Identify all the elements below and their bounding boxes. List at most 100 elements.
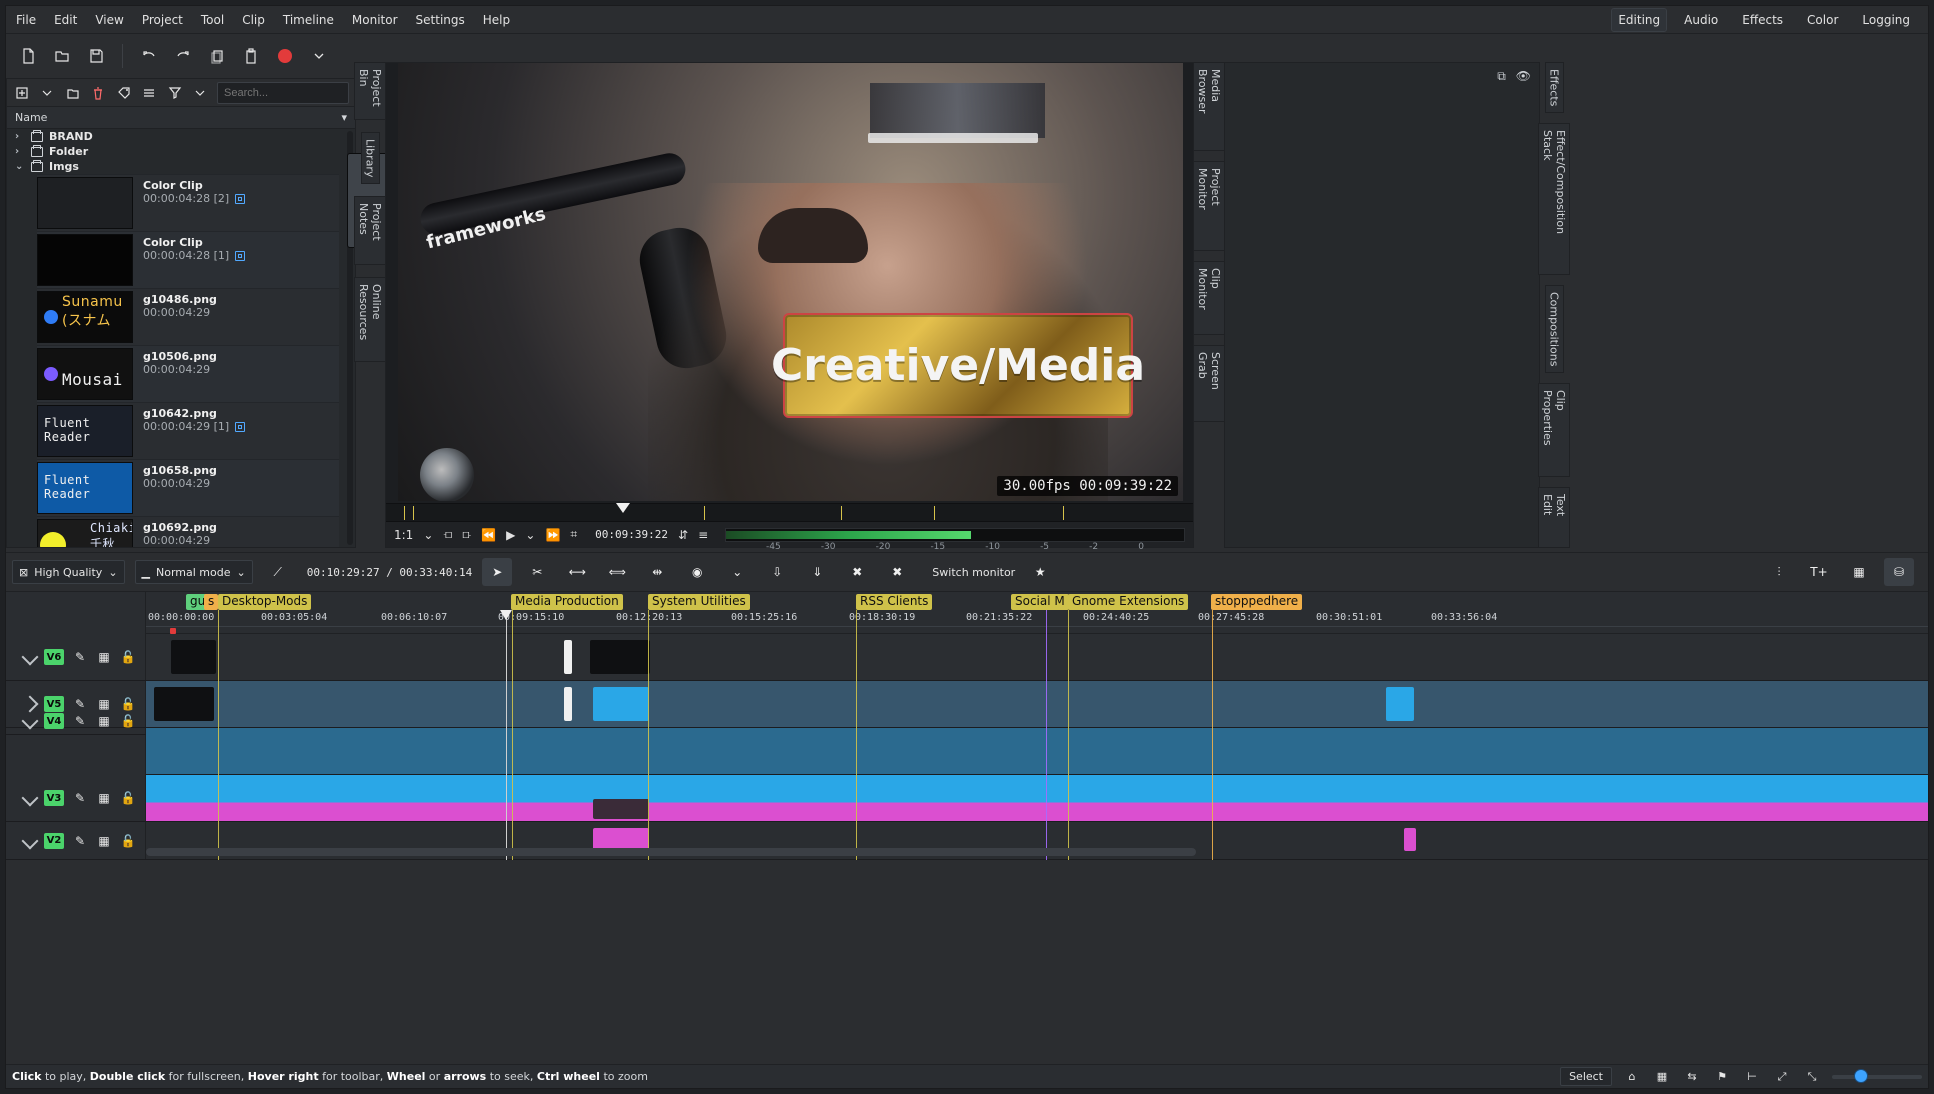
collapse-icon[interactable]: [21, 712, 39, 730]
playback-target-menu[interactable]: ⌄: [722, 558, 752, 586]
layout-logging[interactable]: Logging: [1856, 9, 1916, 31]
toggle-snap-button[interactable]: ⟋: [263, 558, 293, 586]
film-icon[interactable]: ▦: [96, 649, 112, 665]
clip[interactable]: [564, 687, 572, 721]
bin-item[interactable]: Color Clip 00:00:04:28 [1]: [37, 231, 339, 288]
clip[interactable]: [590, 640, 650, 674]
clip[interactable]: [154, 687, 214, 721]
folder-row-folder[interactable]: › Folder: [7, 144, 345, 159]
track-v5[interactable]: [146, 681, 1928, 728]
collapse-icon[interactable]: [21, 648, 39, 666]
bin-add-menu-button[interactable]: [39, 84, 57, 102]
timeline-marker[interactable]: Gnome Extensions: [1068, 594, 1189, 610]
mixer-button[interactable]: ⫶: [1764, 558, 1794, 586]
menu-icon[interactable]: ≡: [698, 528, 708, 542]
zoom-slider-knob[interactable]: [1854, 1068, 1868, 1083]
tab-effects[interactable]: Effects: [1544, 62, 1564, 114]
copy-button[interactable]: [205, 44, 229, 68]
menu-clip[interactable]: Clip: [242, 13, 265, 27]
clip[interactable]: [593, 799, 649, 819]
play-icon[interactable]: ▶: [506, 528, 515, 542]
effects-icon[interactable]: ✎: [72, 833, 88, 849]
bin-filter-menu-button[interactable]: [192, 84, 210, 102]
timeline-marker[interactable]: s: [204, 594, 219, 610]
edit-mode-select[interactable]: ▁ Normal mode ⌄: [134, 560, 253, 584]
insert-button[interactable]: ⇩: [762, 558, 792, 586]
menu-edit[interactable]: Edit: [54, 13, 77, 27]
ripple-tool-button[interactable]: ⟺: [602, 558, 632, 586]
tab-screen-grab[interactable]: Screen Grab: [1193, 345, 1225, 422]
track-v3[interactable]: [146, 775, 1928, 822]
timeline-marker[interactable]: Social M: [1011, 594, 1069, 610]
chevron-down-icon[interactable]: ⌄: [525, 528, 535, 542]
bin-item[interactable]: Sunamu (スナム g10486.png 00:00:04:29: [37, 288, 339, 345]
tab-project-notes[interactable]: Project Notes: [354, 196, 386, 265]
fast-forward-icon[interactable]: ⏩: [545, 528, 560, 542]
track-v4[interactable]: [146, 728, 1928, 775]
timeline-marker[interactable]: RSS Clients: [856, 594, 933, 610]
folder-row-imgs[interactable]: ⌄ Imgs: [7, 159, 345, 174]
bin-item[interactable]: Fluent Reader g10658.png 00:00:04:29: [37, 459, 339, 516]
favorite-button[interactable]: ★: [1025, 558, 1055, 586]
selection-tool-button[interactable]: ➤: [482, 558, 513, 586]
paste-button[interactable]: [239, 44, 263, 68]
menu-tool[interactable]: Tool: [201, 13, 224, 27]
layout-editing[interactable]: Editing: [1611, 7, 1668, 32]
timeline-marker[interactable]: Media Production: [511, 594, 623, 610]
dock-icon[interactable]: ⧉: [1497, 69, 1506, 84]
menu-timeline[interactable]: Timeline: [283, 13, 334, 27]
bin-filter-button[interactable]: [166, 84, 184, 102]
monitor-timecode[interactable]: 00:09:39:22: [595, 528, 668, 541]
timeline-horizontal-scrollbar[interactable]: [146, 848, 1196, 856]
tab-project-monitor[interactable]: Project Monitor: [1193, 160, 1225, 251]
tab-media-browser[interactable]: Media Browser: [1193, 62, 1225, 151]
monitor-ruler[interactable]: [386, 503, 1193, 523]
film-icon[interactable]: ▦: [96, 713, 112, 729]
spacer-tool-button[interactable]: ⟷: [562, 558, 592, 586]
preview-quality-select[interactable]: ⊠ High Quality ⌄: [12, 560, 125, 584]
clip[interactable]: [564, 640, 572, 674]
timeline-playhead[interactable]: [500, 610, 512, 860]
menu-view[interactable]: View: [95, 13, 123, 27]
menu-monitor[interactable]: Monitor: [352, 13, 398, 27]
clip[interactable]: [593, 687, 649, 721]
tab-compositions[interactable]: Compositions: [1544, 285, 1564, 374]
film-icon[interactable]: ▦: [1652, 1067, 1672, 1087]
track-header-v3[interactable]: V3 ✎ ▦ 🔓: [6, 775, 146, 822]
timeline-marker[interactable]: System Utilities: [648, 594, 750, 610]
new-project-button[interactable]: [16, 44, 40, 68]
collapse-icon[interactable]: [21, 832, 39, 849]
flag-icon[interactable]: ⚑: [1712, 1067, 1732, 1087]
slip-tool-button[interactable]: ⇹: [642, 558, 672, 586]
playback-target-button[interactable]: ◉: [682, 558, 712, 586]
bin-search-input[interactable]: [217, 81, 349, 104]
tab-library[interactable]: Library: [360, 131, 380, 185]
timeline-marker[interactable]: stopppedhere: [1211, 594, 1303, 610]
monitor-playhead-icon[interactable]: [616, 503, 630, 513]
bin-item[interactable]: Color Clip 00:00:04:28 [2]: [37, 174, 339, 231]
bin-tag-button[interactable]: [115, 84, 133, 102]
tab-project-bin[interactable]: Project Bin: [354, 62, 386, 120]
title-button[interactable]: T+: [1804, 558, 1834, 586]
spinner-icon[interactable]: ⇵: [678, 528, 688, 542]
open-project-button[interactable]: [50, 44, 74, 68]
menu-file[interactable]: File: [16, 13, 36, 27]
layout-effects[interactable]: Effects: [1736, 9, 1789, 31]
effects-icon[interactable]: ✎: [72, 649, 88, 665]
timeline-zoom-slider[interactable]: [1832, 1068, 1922, 1083]
monitor-video[interactable]: frameworks Creative/Media 30.00fps 00:09…: [398, 63, 1183, 501]
redo-button[interactable]: [171, 44, 195, 68]
razor-tool-button[interactable]: ✂: [522, 558, 552, 586]
arrows-icon[interactable]: ⇆: [1682, 1067, 1702, 1087]
select-tool-status[interactable]: Select: [1560, 1067, 1612, 1086]
tag-icon[interactable]: ⌂: [1622, 1067, 1642, 1087]
record-button[interactable]: [273, 44, 297, 68]
lock-icon[interactable]: 🔓: [120, 833, 136, 849]
film-icon[interactable]: ▦: [96, 790, 112, 806]
menu-project[interactable]: Project: [142, 13, 183, 27]
set-out-point-icon[interactable]: ⟥: [462, 527, 471, 542]
lock-icon[interactable]: 🔓: [120, 790, 136, 806]
bin-item[interactable]: Chiaki 千秋 g10692.png 00:00:04:29: [37, 516, 339, 547]
undo-button[interactable]: [137, 44, 161, 68]
track-header-v2[interactable]: V2 ✎ ▦ 🔓: [6, 822, 146, 860]
